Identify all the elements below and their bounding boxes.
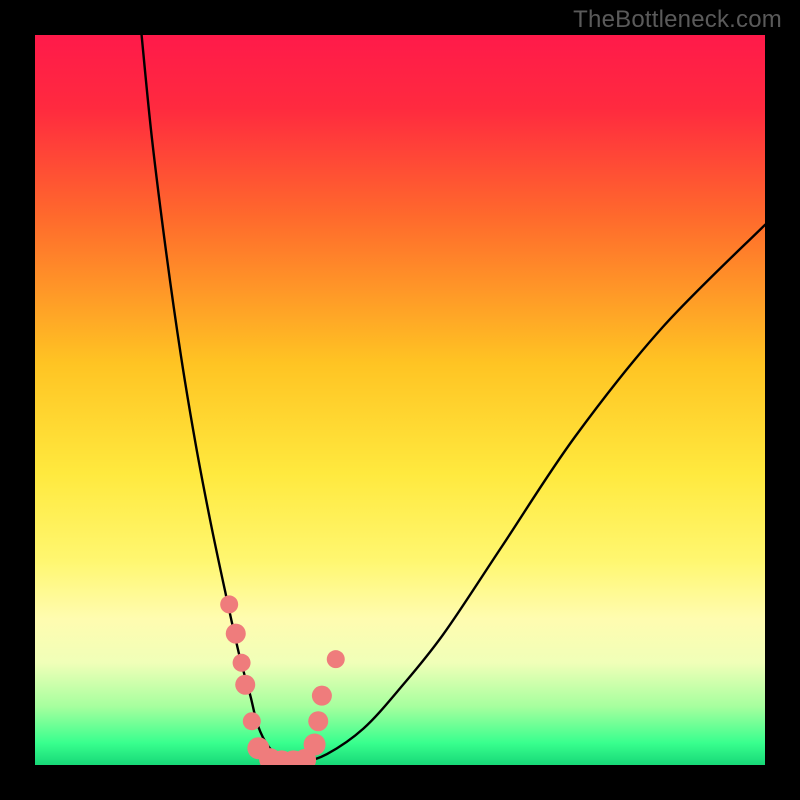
marker-dot: [226, 624, 246, 644]
marker-dot: [327, 650, 345, 668]
chart-container: TheBottleneck.com: [0, 0, 800, 800]
marker-dot: [233, 654, 251, 672]
watermark-text: TheBottleneck.com: [573, 6, 782, 34]
marker-dot: [304, 734, 326, 756]
plot-area: [35, 35, 765, 765]
chart-svg: [35, 35, 765, 765]
marker-dot: [308, 711, 328, 731]
gradient-background: [35, 35, 765, 765]
marker-dot: [235, 675, 255, 695]
marker-dot: [312, 686, 332, 706]
marker-dot: [243, 712, 261, 730]
marker-dot: [220, 595, 238, 613]
